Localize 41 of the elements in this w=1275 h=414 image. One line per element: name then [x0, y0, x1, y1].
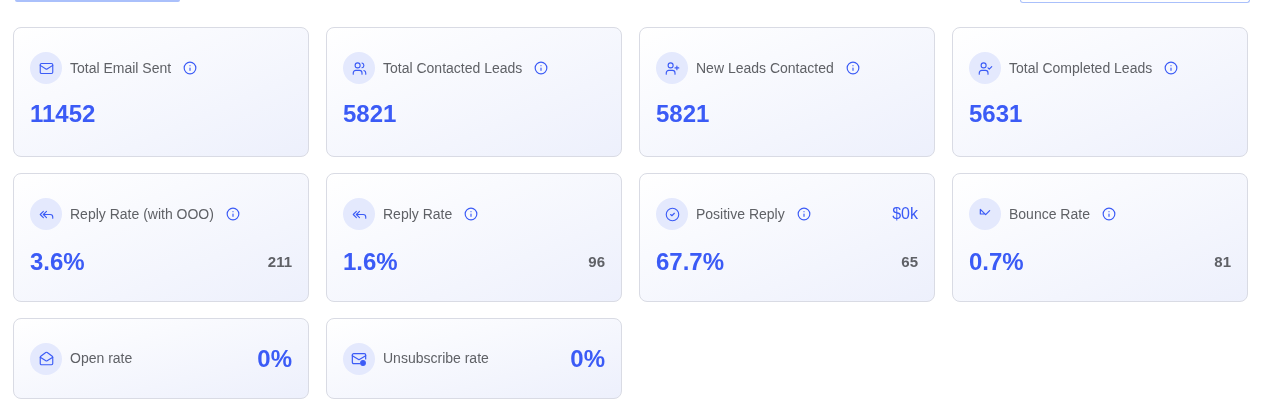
stat-value: 0%: [570, 346, 605, 371]
info-icon[interactable]: [1101, 207, 1116, 221]
stat-value: 5631: [969, 102, 1024, 126]
info-icon[interactable]: [845, 61, 860, 75]
stat-value: 67.7%: [656, 250, 725, 274]
stat-value: 5821: [343, 102, 398, 126]
mail-icon: [343, 342, 375, 375]
stat-value: 0%: [257, 346, 292, 371]
mail-icon: [30, 52, 62, 84]
user-check-icon: [969, 52, 1001, 84]
stat-value: 5821: [656, 102, 711, 126]
stat-value: 1.6%: [343, 250, 398, 274]
card-label: Positive Reply: [696, 204, 785, 224]
user-plus-icon: [656, 52, 688, 84]
stat-count: 211: [267, 251, 292, 272]
open-mail-icon: [30, 342, 62, 375]
info-icon[interactable]: [534, 61, 549, 75]
stat-count: 96: [588, 251, 605, 272]
card-label: New Leads Contacted: [696, 58, 834, 78]
stat-value: 3.6%: [30, 250, 85, 274]
info-icon[interactable]: [464, 207, 479, 221]
card-label: Reply Rate (with OOO): [70, 204, 214, 224]
card-label: Bounce Rate: [1009, 204, 1090, 224]
stat-value: 0.7%: [969, 250, 1024, 274]
reply-all-icon: [343, 198, 375, 230]
card-label: Reply Rate: [383, 204, 453, 224]
info-icon[interactable]: [1164, 61, 1179, 75]
info-icon[interactable]: [796, 207, 811, 221]
card-label: Unsubscribe rate: [383, 349, 489, 368]
card-label: Total Completed Leads: [1009, 58, 1153, 78]
stat-count: 65: [901, 251, 918, 272]
card-label: Total Email Sent: [70, 58, 172, 78]
info-icon[interactable]: [225, 207, 240, 221]
users-icon: [343, 52, 375, 84]
stat-count: 81: [1214, 251, 1231, 272]
card-label: Open rate: [70, 349, 133, 368]
revenue-value: $0k: [892, 204, 918, 224]
reply-all-icon: [30, 198, 62, 230]
card-label: Total Contacted Leads: [383, 58, 523, 78]
info-icon[interactable]: [183, 61, 198, 75]
stat-value: 11452: [30, 102, 97, 126]
